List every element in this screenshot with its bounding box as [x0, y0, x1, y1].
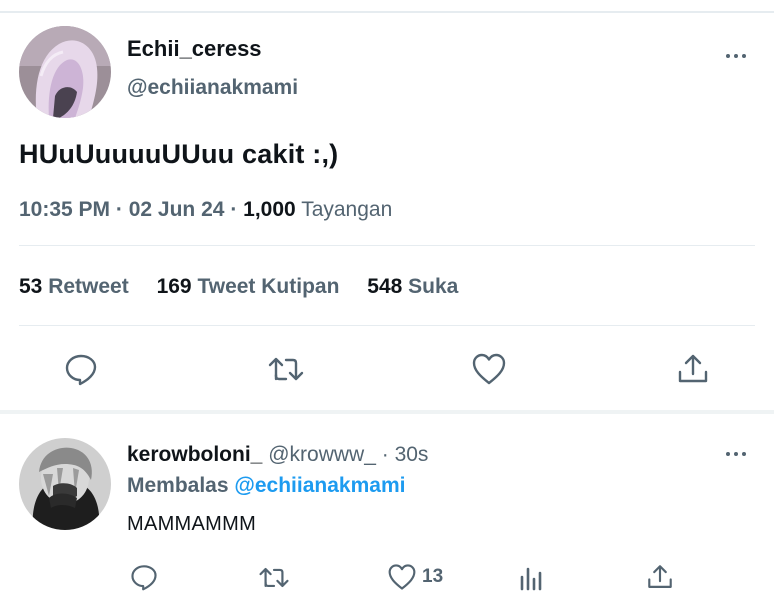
- top-divider: [0, 11, 774, 13]
- replying-prefix: Membalas: [127, 474, 229, 497]
- reply-like-button[interactable]: [387, 563, 417, 591]
- reply-more-options-icon[interactable]: [725, 450, 749, 458]
- reply-like-count[interactable]: 13: [422, 566, 443, 588]
- retweet-icon: [268, 357, 304, 381]
- reply-retweet-button[interactable]: [258, 564, 290, 591]
- replying-mention-link[interactable]: @echiianakmami: [234, 474, 405, 497]
- share-icon: [648, 565, 672, 588]
- views-label: Tayangan: [301, 198, 393, 221]
- tweet-date[interactable]: 02 Jun 24: [129, 198, 225, 221]
- section-separator: [0, 410, 774, 414]
- divider: [19, 245, 755, 246]
- meta-separator: ·: [381, 443, 389, 466]
- reply-author-display-name[interactable]: kerowboloni_: [127, 443, 262, 466]
- reply-author-handle[interactable]: @krowww_: [268, 443, 376, 466]
- meta-separator: ·: [115, 198, 123, 221]
- author-display-name[interactable]: Echii_ceress: [127, 36, 262, 62]
- share-button[interactable]: [676, 352, 710, 386]
- reply-button[interactable]: [64, 352, 98, 386]
- meta-separator: ·: [230, 198, 238, 221]
- likes-count[interactable]: 548: [367, 275, 402, 298]
- reply-share-button[interactable]: [646, 563, 674, 591]
- reply-icon: [65, 354, 97, 386]
- retweets-count[interactable]: 53: [19, 275, 42, 298]
- like-icon: [388, 564, 416, 590]
- likes-label[interactable]: Suka: [408, 275, 458, 298]
- retweets-label[interactable]: Retweet: [48, 275, 129, 298]
- quotes-count[interactable]: 169: [157, 275, 192, 298]
- divider: [19, 325, 755, 326]
- like-icon: [472, 353, 506, 385]
- like-button[interactable]: [471, 352, 507, 386]
- share-icon: [678, 354, 708, 383]
- tweet-text: HUuUuuuuUUuu cakit :,): [19, 139, 339, 169]
- reply-author-avatar[interactable]: [19, 438, 111, 530]
- reply-icon: [131, 565, 157, 591]
- reply-age[interactable]: 30s: [395, 443, 429, 466]
- replying-to: Membalas @echiianakmami: [127, 474, 405, 498]
- tweet-meta: 10:35 PM · 02 Jun 24 · 1,000 Tayangan: [19, 198, 392, 222]
- analytics-icon: [520, 567, 542, 591]
- reply-analytics-button[interactable]: [518, 565, 544, 591]
- tweet-stats: 53 Retweet 169 Tweet Kutipan 548 Suka: [19, 275, 480, 299]
- quotes-label[interactable]: Tweet Kutipan: [197, 275, 339, 298]
- author-avatar[interactable]: [19, 26, 111, 118]
- retweet-icon: [259, 567, 289, 588]
- views-count: 1,000: [243, 198, 296, 221]
- reply-header: kerowboloni_ @krowww_ · 30s: [127, 443, 428, 467]
- tweet-time[interactable]: 10:35 PM: [19, 198, 110, 221]
- reply-text: MAMMAMMM: [127, 513, 257, 535]
- more-options-icon[interactable]: [725, 52, 749, 60]
- author-handle[interactable]: @echiianakmami: [127, 76, 298, 100]
- reply-reply-button[interactable]: [130, 563, 158, 591]
- retweet-button[interactable]: [267, 353, 305, 385]
